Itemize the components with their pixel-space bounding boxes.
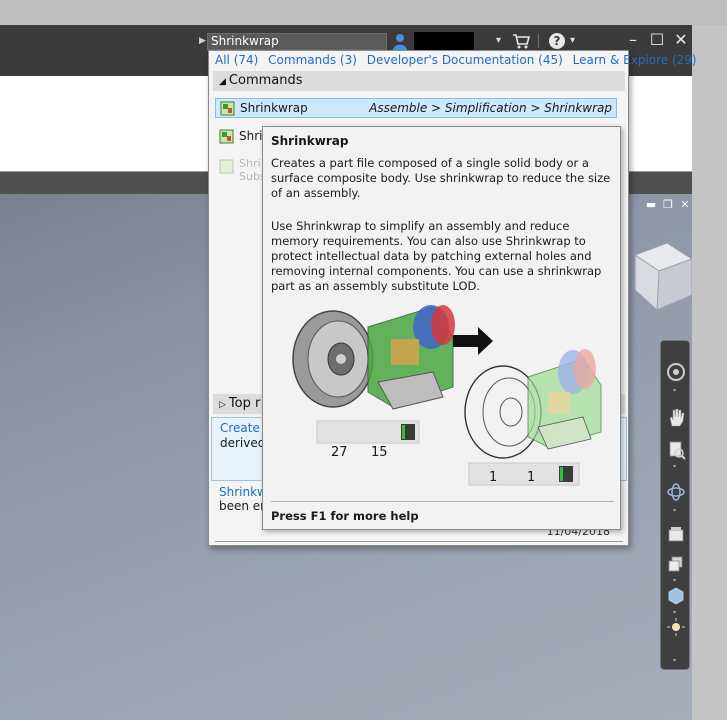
before-count-parts: 15 [371,445,388,460]
navbar-chevron-icon[interactable]: ▾ [673,508,679,514]
free-orbit-icon[interactable] [665,585,687,607]
assembly-after-image [464,349,602,459]
cart-icon[interactable] [512,33,530,49]
close-icon[interactable]: ✕ [671,30,691,50]
look-at-icon[interactable] [665,524,687,546]
navbar-chevron-icon[interactable]: ▾ [673,464,679,470]
command-label: Shri [239,129,263,143]
filter-commands[interactable]: Commands (3) [268,53,357,67]
arrow-right-icon [453,327,493,355]
tooltip-footer: Press F1 for more help [271,509,419,523]
viewport-restore-icon[interactable]: ❐ [662,199,674,211]
steering-wheel-icon[interactable] [665,361,687,383]
assembly-before-image [292,305,455,410]
light-icon[interactable] [665,616,687,638]
desktop-background-right [692,25,727,720]
tooltip-title: Shrinkwrap [271,134,349,148]
after-count-assemblies: 1 [489,470,498,485]
command-label: Shrinkwrap [240,101,308,115]
commands-section-header[interactable]: ◢ Commands [213,71,625,91]
section-title: Commands [228,73,303,88]
help-menu-chevron-icon[interactable]: ▾ [570,35,575,46]
viewport-close-icon[interactable]: ✕ [679,199,691,211]
viewport-minimize-icon[interactable]: ▬ [645,199,657,211]
collapse-triangle-icon: ◢ [219,77,226,87]
shrinkwrap-icon [219,129,234,144]
view-face-icon[interactable] [665,553,687,575]
filter-all[interactable]: All (74) [215,53,258,67]
help-search-input[interactable]: Shrinkwrap [207,33,387,50]
toolbar-separator [538,34,539,48]
pan-icon[interactable] [665,406,687,428]
user-menu-chevron-icon[interactable]: ▾ [496,35,501,46]
command-path: Assemble > Simplification > Shrinkwrap [369,101,612,115]
command-row-shrinkwrap[interactable]: Shrinkwrap Assemble > Simplification > S… [215,98,617,118]
help-icon[interactable]: ? [549,33,565,49]
desktop-background [0,0,727,25]
maximize-icon[interactable]: ☐ [647,30,667,50]
user-icon[interactable] [392,33,408,50]
command-tooltip: Shrinkwrap Creates a part file composed … [262,126,621,530]
navbar-chevron-icon[interactable]: ▾ [673,578,679,584]
navbar-options-icon[interactable]: ▾ [673,658,679,664]
divider [215,541,623,542]
before-count-bar [316,420,420,444]
filter-developer-docs[interactable]: Developer's Documentation (45) [367,53,563,67]
expand-triangle-icon: ▷ [219,400,226,410]
navbar-chevron-icon[interactable]: ▾ [673,388,679,394]
tooltip-paragraph: Creates a part file composed of a single… [271,156,611,200]
user-name-redacted[interactable] [414,32,474,51]
navbar-chevron-icon[interactable]: ▾ [673,610,679,616]
zoom-icon[interactable] [665,439,687,461]
tooltip-divider [271,501,614,502]
after-count-parts: 1 [527,470,536,485]
after-count-bar [468,462,580,486]
filter-learn-explore[interactable]: Learn & Explore (29) [573,53,697,67]
navigation-bar: ▾ ▾ ▾ ▾ ▾ ▾ [660,340,690,670]
viewcube-icon[interactable] [627,235,692,315]
shrinkwrap-icon [220,101,235,116]
result-filters: All (74) Commands (3) Developer's Docume… [215,53,703,71]
before-count-assemblies: 27 [331,445,348,460]
section-title: Top r [228,396,261,411]
orbit-icon[interactable] [665,481,687,503]
search-expand-icon[interactable]: ▶ [199,36,206,46]
tooltip-paragraph: Use Shrinkwrap to simplify an assembly a… [271,219,602,293]
minimize-icon[interactable]: – [623,30,643,50]
shrinkwrap-illustration [292,305,602,486]
shrinkwrap-icon [219,159,234,174]
